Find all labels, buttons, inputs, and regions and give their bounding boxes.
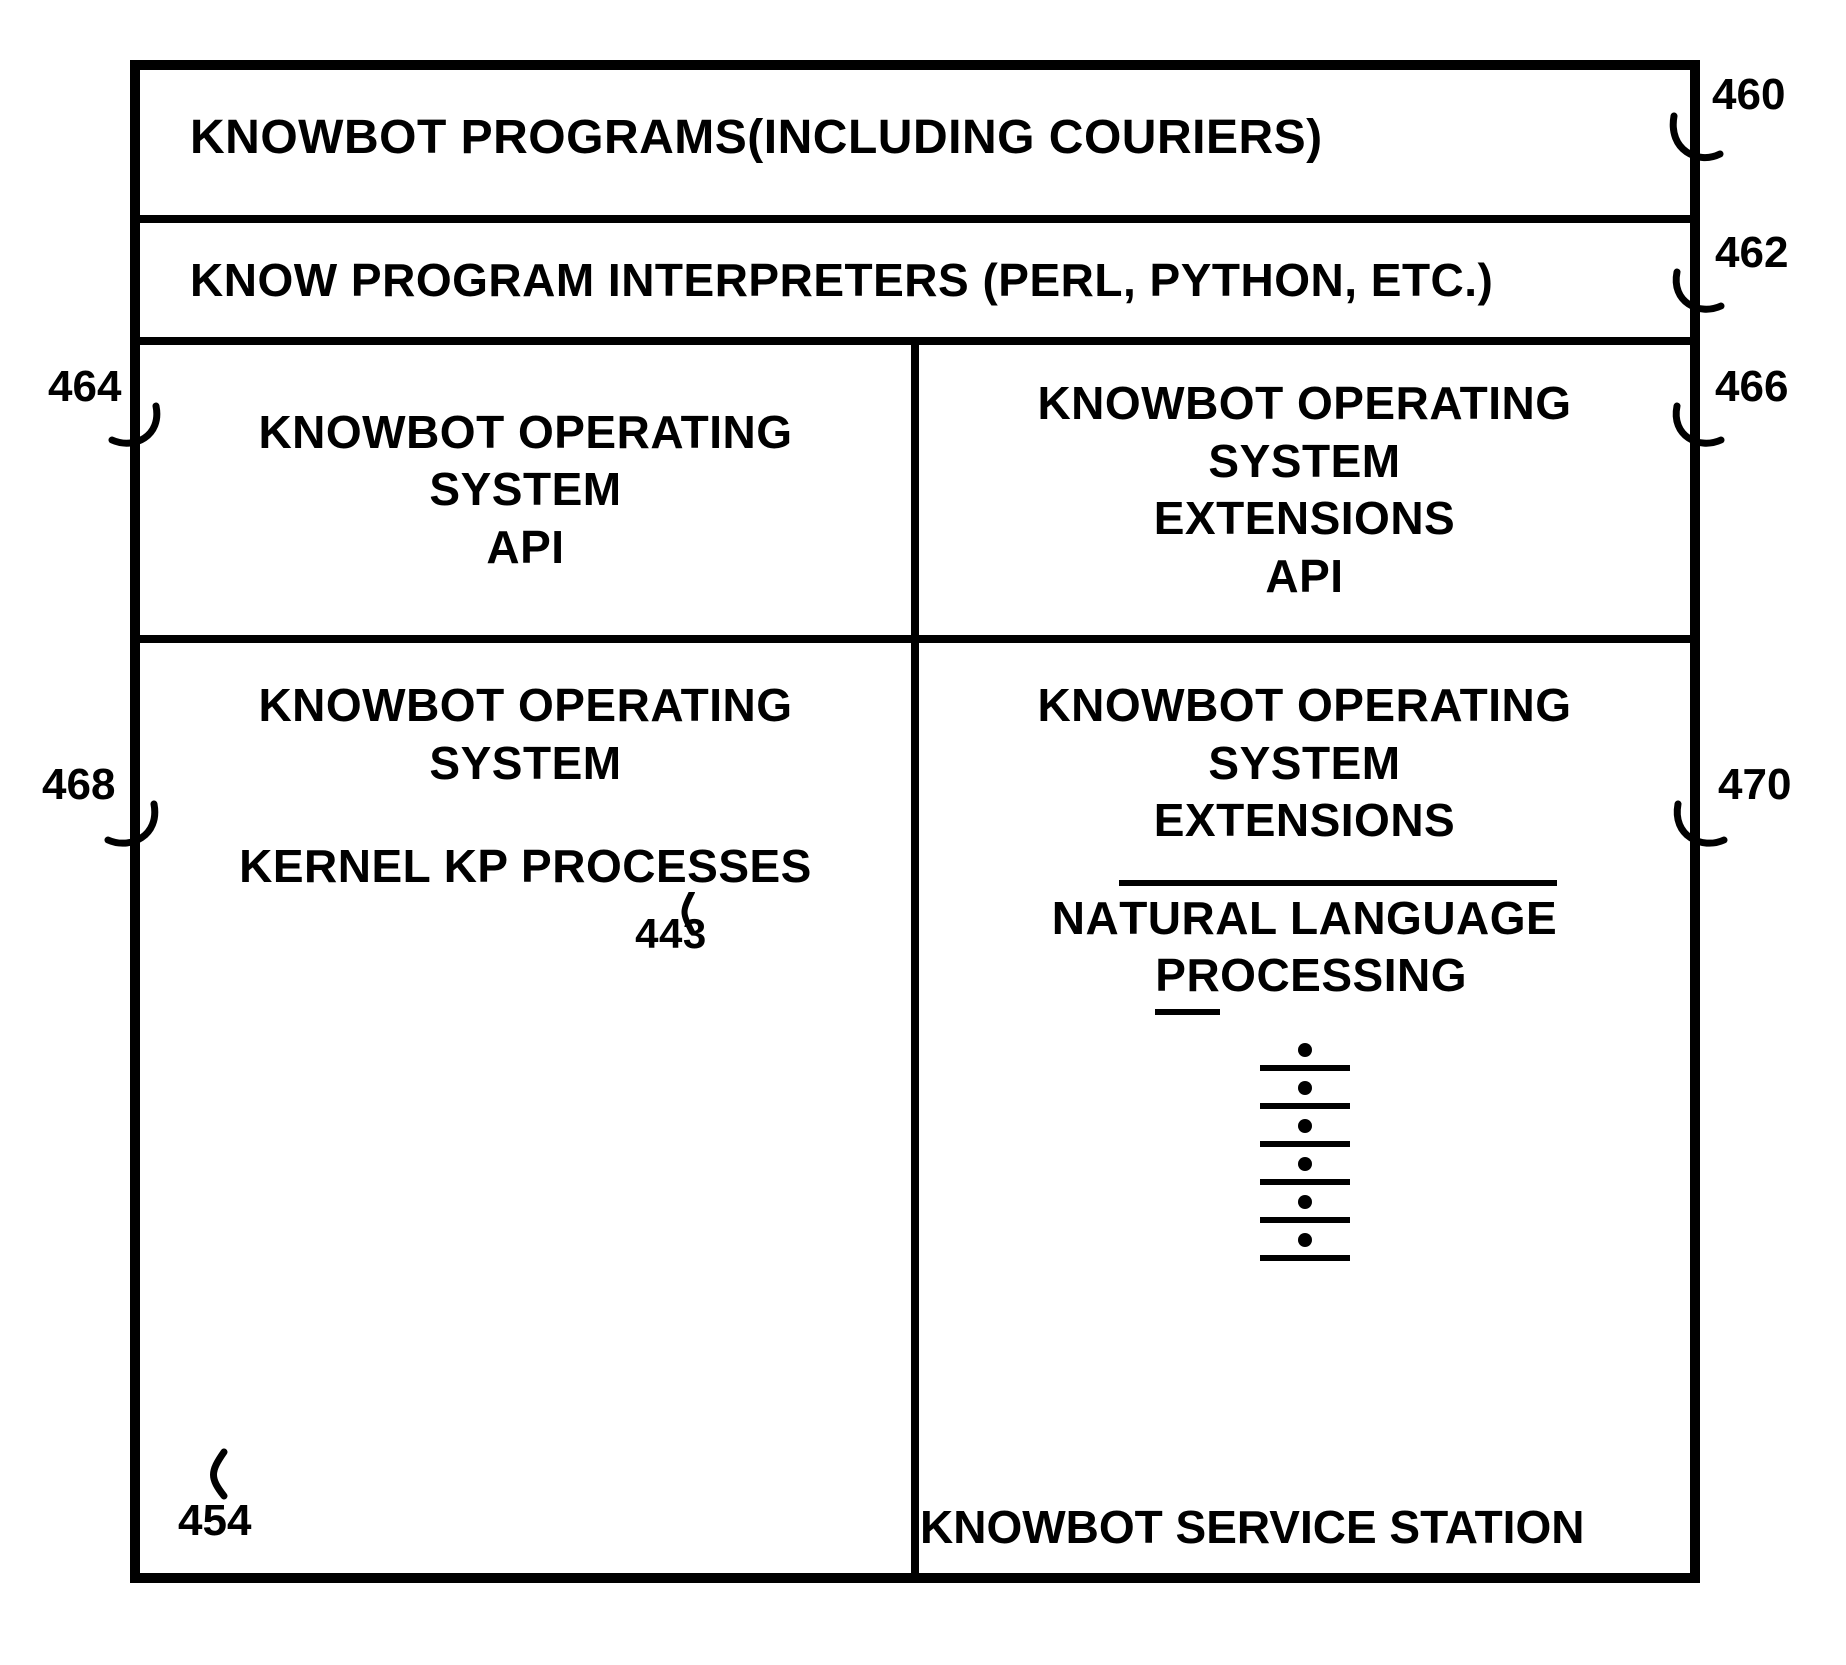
- ext-line1: KNOWBOT OPERATING SYSTEM: [1037, 679, 1571, 789]
- ref-443: 443: [635, 908, 707, 961]
- underline-icon: [1260, 1141, 1350, 1147]
- dot-icon: [1298, 1043, 1312, 1057]
- lead-line-468-icon: [102, 798, 162, 864]
- diagram-caption: KNOWBOT SERVICE STATION: [920, 1500, 1584, 1554]
- dot-icon: [1298, 1081, 1312, 1095]
- ref-470: 470: [1718, 760, 1791, 810]
- dot-icon: [1298, 1233, 1312, 1247]
- ellipsis-item: [1260, 1233, 1350, 1261]
- nlp-prefix: NA: [1052, 892, 1119, 944]
- cell-extensions: KNOWBOT OPERATING SYSTEM EXTENSIONS NATU…: [919, 643, 1690, 1573]
- lead-line-470-icon: [1670, 798, 1730, 864]
- row-interpreters: KNOW PROGRAM INTERPRETERS (PERL, PYTHON,…: [140, 223, 1690, 345]
- ref-466: 466: [1715, 362, 1788, 412]
- ellipsis-item: [1260, 1043, 1350, 1071]
- os-ext-api-line2: EXTENSIONS: [1154, 492, 1456, 544]
- underline-icon: [1260, 1103, 1350, 1109]
- diagram-wrapper: KNOWBOT PROGRAMS(INCLUDING COURIERS) KNO…: [40, 40, 1806, 1625]
- row-programs: KNOWBOT PROGRAMS(INCLUDING COURIERS): [140, 70, 1690, 223]
- underline-icon: [1260, 1255, 1350, 1261]
- lead-line-466-icon: [1671, 400, 1727, 464]
- ellipsis-item: [1260, 1157, 1350, 1185]
- ellipsis-item: [1260, 1195, 1350, 1223]
- underline-icon: [1260, 1065, 1350, 1071]
- lead-line-464-icon: [106, 400, 162, 464]
- kp-processes-holder: KP PROCESSES 443: [444, 838, 812, 896]
- ref-460: 460: [1712, 70, 1785, 120]
- ellipsis-list: [949, 1043, 1660, 1261]
- cell-os-api: KNOWBOT OPERATING SYSTEM API: [140, 345, 919, 635]
- cell-os-ext-api: KNOWBOT OPERATING SYSTEM EXTENSIONS API: [919, 345, 1690, 635]
- ext-line2: EXTENSIONS: [1154, 794, 1456, 846]
- ellipsis-item: [1260, 1081, 1350, 1109]
- dot-icon: [1298, 1195, 1312, 1209]
- row-kernel-ext: KNOWBOT OPERATING SYSTEM KERNEL KP PROCE…: [140, 643, 1690, 1573]
- lead-line-462-icon: [1671, 266, 1727, 330]
- ref-454: 454: [178, 1496, 251, 1546]
- underline-icon: [1260, 1179, 1350, 1185]
- cell-programs: KNOWBOT PROGRAMS(INCLUDING COURIERS): [140, 70, 1363, 215]
- kp-processes-label: KP PROCESSES: [444, 840, 812, 892]
- dot-icon: [1298, 1119, 1312, 1133]
- nlp-line2b: OCESSING: [1220, 949, 1467, 1001]
- lead-line-454-icon: [194, 1448, 254, 1504]
- row-api: KNOWBOT OPERATING SYSTEM API KNOWBOT OPE…: [140, 345, 1690, 643]
- cell-kernel: KNOWBOT OPERATING SYSTEM KERNEL KP PROCE…: [140, 643, 919, 1573]
- os-ext-api-line3: API: [1265, 550, 1343, 602]
- ref-462: 462: [1715, 228, 1788, 278]
- os-api-line2: API: [486, 521, 564, 573]
- ref-464: 464: [48, 362, 121, 412]
- underline-icon: [1260, 1217, 1350, 1223]
- ref-468: 468: [42, 760, 115, 810]
- dot-icon: [1298, 1157, 1312, 1171]
- cell-interpreters: KNOW PROGRAM INTERPRETERS (PERL, PYTHON,…: [140, 223, 1533, 337]
- os-ext-api-line1: KNOWBOT OPERATING SYSTEM: [1037, 377, 1571, 487]
- nlp-line1: TURAL LANGUAGE: [1119, 880, 1557, 948]
- kernel-line1: KNOWBOT OPERATING SYSTEM: [258, 679, 792, 789]
- ellipsis-item: [1260, 1119, 1350, 1147]
- kernel-line2: KERNEL: [239, 840, 430, 892]
- nlp-line2a: PR: [1155, 947, 1220, 1015]
- lead-line-460-icon: [1668, 110, 1728, 180]
- os-api-line1: KNOWBOT OPERATING SYSTEM: [258, 406, 792, 516]
- diagram-box: KNOWBOT PROGRAMS(INCLUDING COURIERS) KNO…: [130, 60, 1700, 1583]
- nlp-label: NATURAL LANGUAGE PROCESSING: [1052, 880, 1557, 1015]
